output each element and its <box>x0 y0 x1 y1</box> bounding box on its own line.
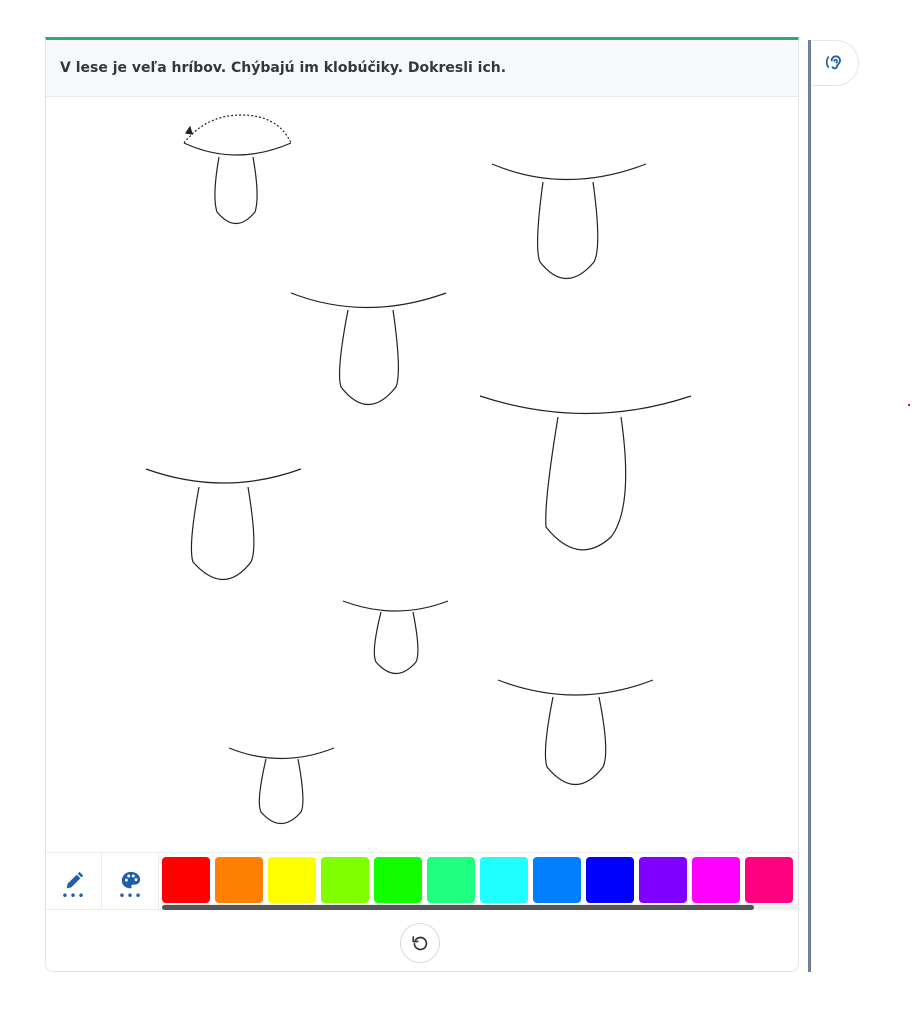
card-footer <box>46 910 798 972</box>
stray-dot <box>908 404 910 406</box>
color-palette <box>162 857 798 903</box>
audio-button[interactable] <box>812 40 859 86</box>
side-divider <box>808 40 811 972</box>
color-swatch[interactable] <box>533 857 581 903</box>
mushroom-7 <box>497 679 654 785</box>
task-instruction: V lese je veľa hríbov. Chýbajú im klobúč… <box>46 40 798 97</box>
color-swatch[interactable] <box>639 857 687 903</box>
reset-button[interactable] <box>400 923 440 963</box>
drawing-canvas[interactable] <box>46 97 798 851</box>
mushroom-8 <box>228 747 335 825</box>
task-card: V lese je veľa hríbov. Chýbajú im klobúč… <box>45 37 799 972</box>
color-swatch[interactable] <box>374 857 422 903</box>
mushroom-1 <box>183 114 292 225</box>
color-swatch[interactable] <box>586 857 634 903</box>
color-swatch[interactable] <box>745 857 793 903</box>
color-swatch[interactable] <box>321 857 369 903</box>
mushroom-5 <box>145 468 302 580</box>
reset-icon <box>412 936 428 951</box>
drawing-toolbar: ••• ••• <box>46 852 798 910</box>
color-swatch[interactable] <box>268 857 316 903</box>
color-swatch[interactable] <box>692 857 740 903</box>
mushroom-6 <box>342 600 449 675</box>
color-swatch[interactable] <box>480 857 528 903</box>
pencil-tool-button[interactable]: ••• <box>46 853 102 909</box>
color-swatch[interactable] <box>427 857 475 903</box>
mushroom-drawing[interactable] <box>46 97 798 851</box>
mushroom-2 <box>491 163 647 279</box>
tool-options-dots: ••• <box>61 889 86 903</box>
mushroom-4 <box>479 395 692 551</box>
palette-tool-button[interactable]: ••• <box>103 853 159 909</box>
color-swatch[interactable] <box>215 857 263 903</box>
color-swatch[interactable] <box>162 857 210 903</box>
ear-icon <box>825 55 841 70</box>
mushroom-3 <box>290 292 447 405</box>
tool-options-dots: ••• <box>118 889 143 903</box>
